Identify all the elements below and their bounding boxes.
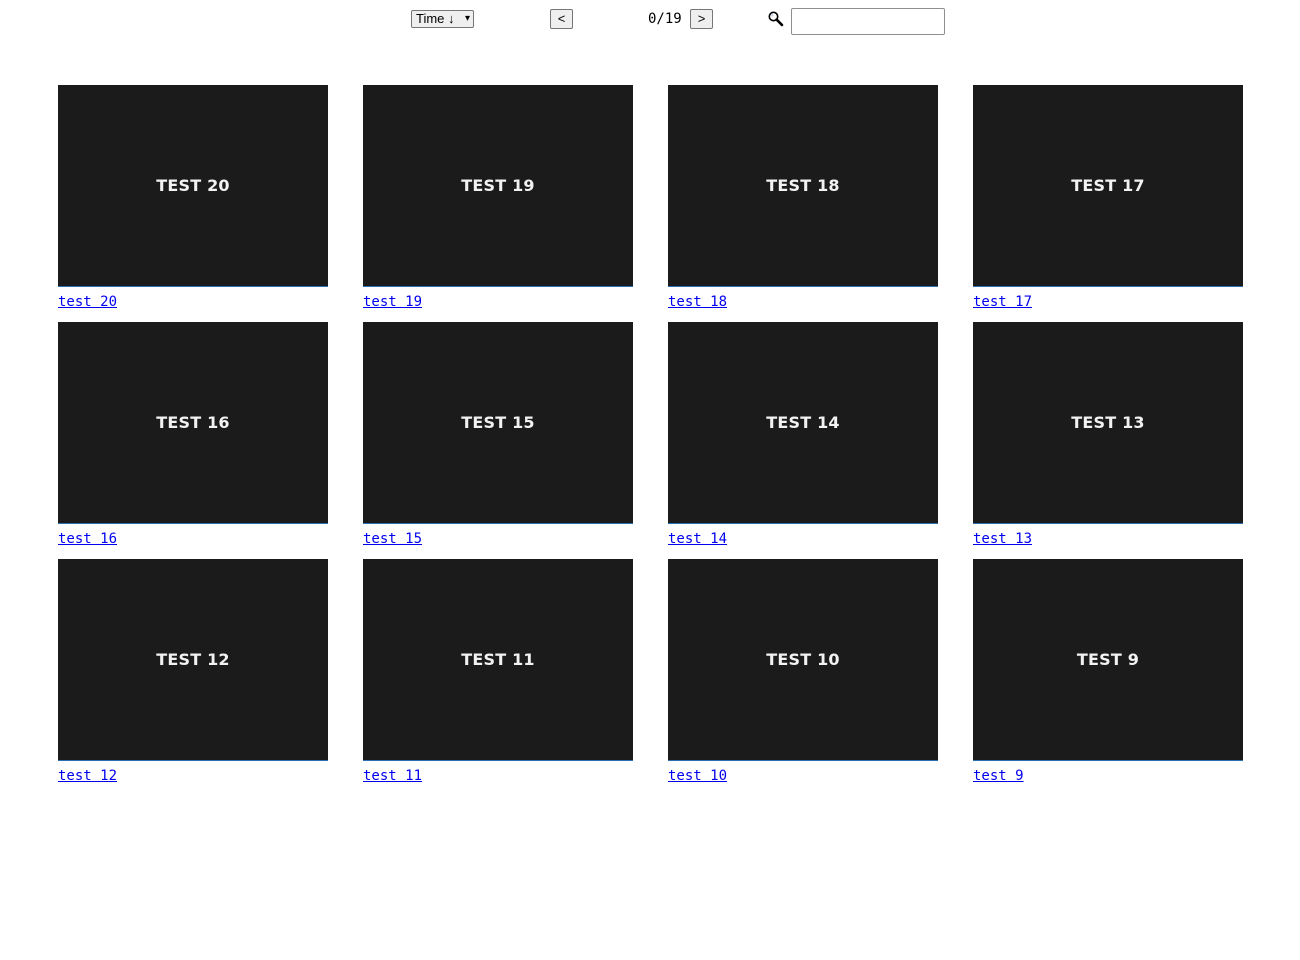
thumbnail[interactable]: TEST 14: [668, 322, 938, 524]
thumbnail[interactable]: TEST 13: [973, 322, 1243, 524]
grid-item: TEST 20 test 20: [58, 85, 328, 312]
thumbnail[interactable]: TEST 18: [668, 85, 938, 287]
thumbnail[interactable]: TEST 15: [363, 322, 633, 524]
item-link[interactable]: test 18: [668, 294, 938, 310]
thumbnail-label: TEST 13: [1071, 413, 1145, 432]
thumbnail-label: TEST 17: [1071, 176, 1145, 195]
thumbnail-label: TEST 10: [766, 650, 840, 669]
previous-page-button[interactable]: <: [550, 9, 573, 29]
thumbnail[interactable]: TEST 16: [58, 322, 328, 524]
thumbnail-label: TEST 15: [461, 413, 535, 432]
grid-item: TEST 18 test 18: [668, 85, 938, 312]
thumbnail-label: TEST 9: [1076, 650, 1140, 669]
thumbnail[interactable]: TEST 19: [363, 85, 633, 287]
grid-item: TEST 12 test 12: [58, 559, 328, 786]
thumbnail-label: TEST 19: [461, 176, 535, 195]
thumbnail-label: TEST 11: [461, 650, 535, 669]
grid-item: TEST 19 test 19: [363, 85, 633, 312]
grid-item: TEST 11 test 11: [363, 559, 633, 786]
grid-item: TEST 9 test 9: [973, 559, 1243, 786]
item-link[interactable]: test 15: [363, 531, 633, 547]
grid-item: TEST 14 test 14: [668, 322, 938, 549]
search-icon[interactable]: [767, 10, 784, 27]
chevron-down-icon: ▾: [464, 13, 470, 24]
item-link[interactable]: test 13: [973, 531, 1243, 547]
item-link[interactable]: test 20: [58, 294, 328, 310]
results-grid: TEST 20 test 20 TEST 19 test 19 TEST 18 …: [58, 85, 1243, 786]
grid-item: TEST 16 test 16: [58, 322, 328, 549]
item-link[interactable]: test 12: [58, 768, 328, 784]
thumbnail-label: TEST 12: [156, 650, 230, 669]
grid-item: TEST 15 test 15: [363, 322, 633, 549]
thumbnail-label: TEST 14: [766, 413, 840, 432]
item-link[interactable]: test 10: [668, 768, 938, 784]
item-link[interactable]: test 11: [363, 768, 633, 784]
toolbar: Time ↓ ▾ < 0/19 >: [0, 0, 1300, 50]
item-link[interactable]: test 19: [363, 294, 633, 310]
thumbnail[interactable]: TEST 9: [973, 559, 1243, 761]
sort-select-label: Time ↓: [416, 11, 455, 26]
item-link[interactable]: test 16: [58, 531, 328, 547]
grid-item: TEST 13 test 13: [973, 322, 1243, 549]
thumbnail[interactable]: TEST 12: [58, 559, 328, 761]
page-counter: 0/19: [648, 11, 682, 27]
grid-item: TEST 17 test 17: [973, 85, 1243, 312]
item-link[interactable]: test 14: [668, 531, 938, 547]
sort-select[interactable]: Time ↓ ▾: [411, 10, 474, 28]
search-input[interactable]: [791, 8, 945, 35]
next-page-button[interactable]: >: [690, 9, 713, 29]
thumbnail[interactable]: TEST 10: [668, 559, 938, 761]
thumbnail-label: TEST 18: [766, 176, 840, 195]
item-link[interactable]: test 17: [973, 294, 1243, 310]
grid-item: TEST 10 test 10: [668, 559, 938, 786]
thumbnail[interactable]: TEST 11: [363, 559, 633, 761]
thumbnail[interactable]: TEST 17: [973, 85, 1243, 287]
thumbnail-label: TEST 16: [156, 413, 230, 432]
item-link[interactable]: test 9: [973, 768, 1243, 784]
thumbnail-label: TEST 20: [156, 176, 230, 195]
thumbnail[interactable]: TEST 20: [58, 85, 328, 287]
